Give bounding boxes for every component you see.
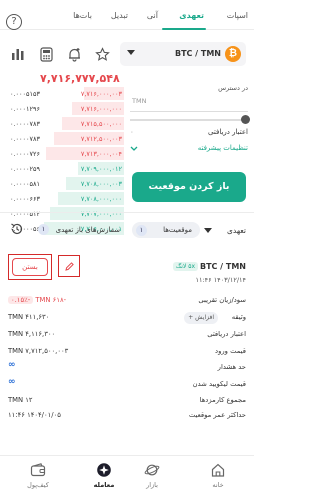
sell-order-row[interactable]: ۰.۰۰۰۱۲۹۶ ۷,۷۱۶,۰۰۰,۰۰۰ [8,101,124,116]
edit-position-button[interactable] [58,255,80,277]
pair-label: BTC / TMN [174,49,221,58]
available-label: در دسترس [218,84,248,92]
margin-label: اعتبار دریافتی [208,128,248,136]
pair-selector[interactable]: ₿ BTC / TMN [120,42,246,66]
trade-icon [97,463,111,477]
received-credit-label: اعتبار دریافتی [207,330,246,338]
positions-type-filter[interactable]: تعهدی [227,226,246,235]
wallet-icon [30,463,46,477]
chevron-down-icon [127,50,135,55]
position-pair: BTC / TMN [199,262,246,271]
open-orders-count-badge: ۱ [38,224,49,235]
sell-order-row[interactable]: ۰.۰۰۰۰۷۸۳ ۷,۷۱۲,۵۰۰,۰۰۳ [8,131,124,146]
tab-open-orders[interactable]: سفارش‌های باز تعهدی [56,226,120,234]
tab-bots[interactable]: بات‌ها [73,11,92,20]
margin-value: ۰ [130,128,134,136]
chart-icon[interactable] [8,44,28,64]
position-side-badge: ۵x لانگ [172,262,198,271]
price-alert-icon[interactable] [64,44,84,64]
pnl-value: -۶۱۸ TMN -۰.۱۵٪ [8,296,66,304]
liquidation-price-value: ∞ [8,377,16,387]
nav-trade-label: معامله [93,481,115,489]
collateral-value: ۴۱۱,۶۳۰ TMN [8,313,50,321]
calculator-icon[interactable] [36,44,56,64]
amount-currency: TMN [132,97,147,105]
max-lifetime-value: ۱۴۰۴/۰۱/۰۵ ۱۱:۴۶ [8,411,61,419]
bottom-navigation: خانه بازار معامله کیف‌پول [0,455,254,500]
pnl-amount: -۶۱۸ TMN [35,296,67,304]
close-position-button[interactable]: بستن [8,254,52,280]
star-icon[interactable] [92,44,112,64]
nav-market[interactable]: بازار [132,462,172,489]
help-icon[interactable]: ? [6,14,22,30]
buy-order-row[interactable]: ۰.۰۰۰۰۵۸۱ ۷,۷۰۸,۰۰۰,۰۰۳ [8,176,124,191]
warning-limit-label: حد هشدار [217,363,246,371]
increase-collateral-button[interactable]: افزایش + [184,312,218,324]
received-credit-value: ۴,۱۱۶,۳۰۰ TMN [8,330,56,338]
tab-spot[interactable]: اسپات [227,11,248,20]
positions-count-badge: ۱ [136,224,147,236]
liquidation-price-label: قیمت لیکویید شدن [192,380,246,388]
futures-trade-screen: اسپات تعهدی آنی تبدیل بات‌ها ? ₿ BTC / T… [0,0,254,500]
buy-order-row[interactable]: ۰.۰۰۰۰۶۶۳ ۷,۷۰۸,۰۰۰,۰۰۰ [8,191,124,206]
open-position-button[interactable]: باز کردن موقعیت [132,172,246,202]
market-icon [144,464,160,476]
chevron-down-icon[interactable] [204,228,212,234]
divider [0,212,254,213]
tab-convert[interactable]: تبدیل [111,11,128,20]
slider-track [130,119,248,121]
buy-order-row[interactable]: ۰.۰۰۰۰۵۱۲ ۷,۷۰۷,۰۰۰,۰۰۰ [8,206,124,221]
sell-order-row[interactable]: ۰.۰۰۰۰۷۸۳ ۷,۷۱۵,۵۰۰,۰۰۰ [8,116,124,131]
order-book: ۰.۰۰۰۵۱۵۳ ۷,۷۱۶,۰۰۰,۰۰۳ ۰.۰۰۰۱۲۹۶ ۷,۷۱۶,۰۰… [8,86,124,236]
slider-thumb[interactable] [241,115,250,124]
tab-instant[interactable]: آنی [147,11,158,20]
nav-wallet-label: کیف‌پول [27,481,49,489]
tab-positions-label: موقعیت‌ها [163,226,192,234]
close-position-label: بستن [12,258,48,276]
market-tabs: اسپات تعهدی آنی تبدیل بات‌ها ? [0,6,254,30]
advanced-settings-link[interactable]: تنظیمات پیشرفته [198,144,248,152]
tab-futures[interactable]: تعهدی [179,11,204,20]
pnl-percent-badge: -۰.۱۵٪ [8,296,34,304]
chevron-down-icon[interactable] [130,146,138,152]
amount-slider[interactable] [130,114,250,126]
warning-limit-value: ∞ [8,360,16,370]
bitcoin-icon: ₿ [225,46,241,62]
max-lifetime-label: حداکثر عمر موقعیت [188,411,246,419]
buy-order-row[interactable]: ۰.۰۰۰۰۲۵۹ ۷,۷۰۹,۰۰۰,۰۱۲ [8,161,124,176]
nav-trade[interactable]: معامله [84,462,124,489]
nav-wallet[interactable]: کیف‌پول [18,462,58,489]
home-icon [211,463,225,477]
tab-positions[interactable]: موقعیت‌ها ۱ [132,222,200,238]
entry-price-value: ۷,۷۱۲,۵۰۰,۰۰۳ TMN [8,347,69,355]
pencil-icon [64,261,74,271]
last-price: ۷,۷۱۶,۷۷۷,۵۴۸ [40,72,120,85]
nav-home-label: خانه [212,481,224,489]
sell-order-row[interactable]: ۰.۰۰۰۰۷۲۶ ۷,۷۱۳,۰۰۰,۰۰۴ [8,146,124,161]
total-fees-value: ۱۲ TMN [8,396,33,404]
nav-home[interactable]: خانه [198,462,238,489]
entry-price-label: قیمت ورود [215,347,246,355]
total-fees-label: مجموع کارمزدها [199,396,246,404]
active-tab-indicator [162,28,206,30]
sell-order-row[interactable]: ۰.۰۰۰۵۱۵۳ ۷,۷۱۶,۰۰۰,۰۰۳ [8,86,124,101]
nav-market-label: بازار [146,481,158,489]
position-open-date: ۱۴۰۳/۱۲/۱۴ ۱۱:۴۶ [195,276,246,284]
history-icon[interactable] [10,222,24,238]
pnl-label: سود/زیان تقریبی [198,296,246,304]
amount-input[interactable]: TMN [130,92,248,112]
collateral-label: وثیقه [231,313,246,321]
